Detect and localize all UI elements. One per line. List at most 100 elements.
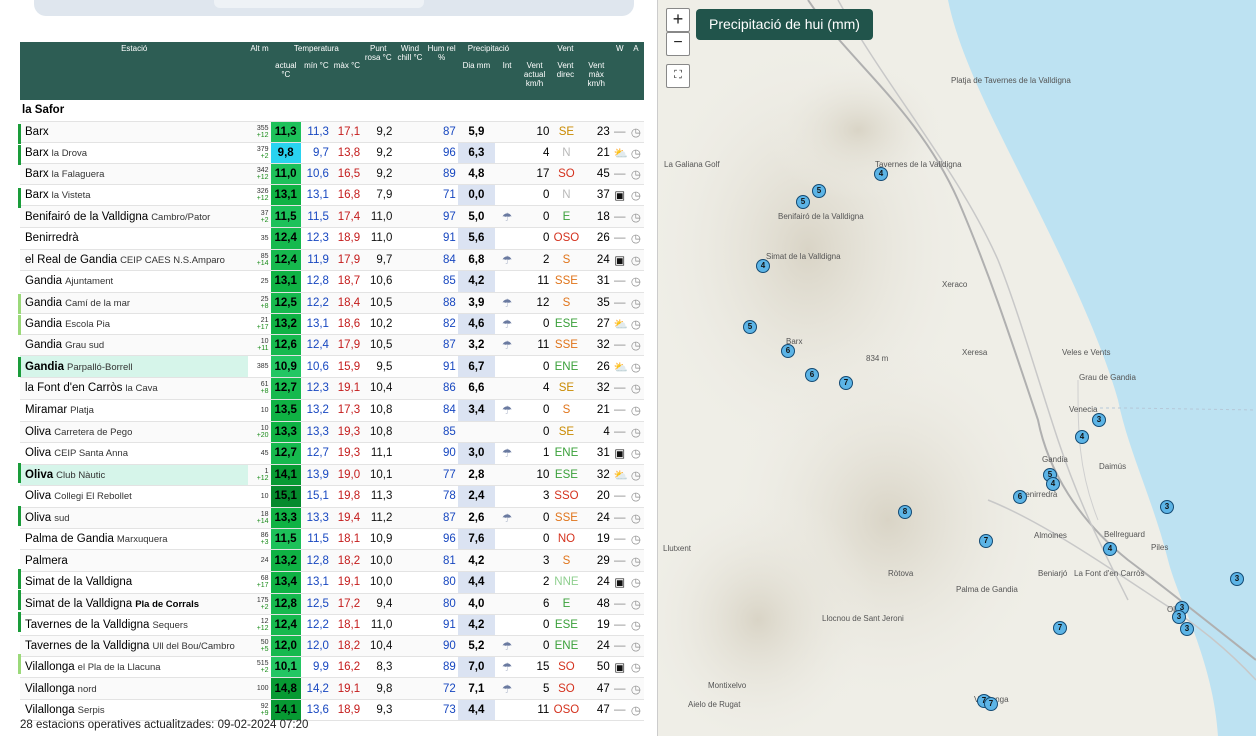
history-icon[interactable]: ◷ (627, 270, 644, 293)
table-row[interactable]: Tavernes de la Valldigna Sequers 12 +12 12,4… (20, 614, 644, 636)
weather-icon[interactable]: — (611, 292, 628, 315)
station-name[interactable]: Oliva Club Nàutic (20, 464, 249, 486)
table-row[interactable]: Simat de la Valldigna 68 +17 13,4 13,1 19,1 10… (20, 571, 644, 594)
table-row[interactable]: Barx la Visteta 326 +12 13,1 13,1 16,8 7,9 71 0,0… (20, 184, 644, 207)
precip-marker[interactable]: 3 (1230, 572, 1244, 586)
weather-icon[interactable]: ▣ (611, 184, 628, 207)
weather-icon[interactable]: — (611, 163, 628, 186)
history-icon[interactable]: ◷ (627, 334, 644, 357)
table-row[interactable]: Miramar Platja 10 13,5 13,2 17,3 10,8 84 3,4 ☂ 0 S 2… (20, 399, 644, 422)
table-row[interactable]: Benirredrà 35 12,4 12,3 18,9 11,0 91 5,6 0 OSO 26—… (20, 227, 644, 250)
weather-icon[interactable]: — (611, 699, 628, 722)
station-name[interactable]: Miramar Platja (20, 399, 249, 422)
col-wind-max[interactable]: Vent màx km/h (581, 61, 612, 88)
history-icon[interactable]: ◷ (627, 635, 644, 658)
table-row[interactable]: Barx 355 +12 11,3 11,3 17,1 9,2 87 5,9 10 SE 23— ◷ (20, 121, 644, 143)
table-row[interactable]: Oliva Collegi El Rebollet 10 15,1 15,1 19,8 11… (20, 485, 644, 508)
station-name[interactable]: Vilallonga nord (20, 677, 249, 701)
table-row[interactable]: la Font d'en Carròs la Cava 61 +8 12,7 12,3 19… (20, 377, 644, 400)
weather-icon[interactable]: — (611, 421, 628, 443)
fullscreen-icon[interactable]: ⛶ (666, 64, 690, 88)
history-icon[interactable]: ◷ (627, 507, 644, 530)
history-icon[interactable]: ◷ (627, 549, 644, 573)
station-name[interactable]: Barx (20, 121, 249, 143)
weather-icon[interactable]: — (611, 614, 628, 636)
station-name[interactable]: el Real de Gandia CEIP CAES N.S.Amparo (20, 249, 249, 271)
station-name[interactable]: Tavernes de la Valldigna Sequers (20, 614, 249, 636)
col-dew[interactable]: Punt rosa °C (362, 42, 395, 100)
col-wind-actual[interactable]: Vent actual km/h (519, 61, 550, 88)
weather-icon[interactable]: — (611, 227, 628, 250)
history-icon[interactable]: ◷ (627, 377, 644, 400)
precip-marker[interactable]: 3 (1180, 622, 1194, 636)
history-icon[interactable]: ◷ (627, 593, 644, 615)
station-name[interactable]: Oliva Collegi El Rebollet (20, 485, 249, 508)
table-row[interactable]: Oliva sud 18 +14 13,3 13,3 19,4 11,2 87 2,6 ☂ 0 SSE 2… (20, 507, 644, 530)
station-name[interactable]: Gandia Camí de la mar (20, 292, 249, 315)
weather-icon[interactable]: ▣ (611, 442, 628, 465)
history-icon[interactable]: ◷ (627, 205, 644, 228)
history-icon[interactable]: ◷ (627, 227, 644, 250)
weather-icon[interactable]: — (611, 205, 628, 228)
table-row[interactable]: el Real de Gandia CEIP CAES N.S.Amparo 85 +… (20, 249, 644, 271)
table-row[interactable]: Tavernes de la Valldigna Ull del Bou/Camb… (20, 635, 644, 658)
history-icon[interactable]: ◷ (627, 399, 644, 422)
history-icon[interactable]: ◷ (627, 421, 644, 443)
precip-marker[interactable]: 4 (1103, 542, 1117, 556)
zoom-in-button[interactable]: + (666, 8, 690, 32)
precip-marker[interactable]: 6 (781, 344, 795, 358)
station-name[interactable]: Gandia Grau sud (20, 334, 249, 357)
history-icon[interactable]: ◷ (627, 677, 644, 701)
history-icon[interactable]: ◷ (627, 485, 644, 508)
table-row[interactable]: Barx la Falaguera 342 +12 11,0 10,6 16,5 9,2 89 4… (20, 163, 644, 186)
weather-icon[interactable]: — (611, 528, 628, 551)
col-hum[interactable]: Hum rel % (425, 42, 458, 100)
weather-icon[interactable]: — (611, 334, 628, 357)
station-name[interactable]: Gandia Escola Pia (20, 313, 249, 336)
weather-icon[interactable]: — (611, 270, 628, 293)
col-wind-chill[interactable]: Wind chill °C (394, 42, 426, 100)
history-icon[interactable]: ◷ (627, 249, 644, 271)
table-row[interactable]: Gandia Camí de la mar 25 +8 12,5 12,2 18,4 10,5… (20, 292, 644, 315)
station-name[interactable]: Tavernes de la Valldigna Ull del Bou/Camb… (20, 635, 249, 658)
weather-icon[interactable]: — (611, 677, 628, 701)
history-icon[interactable]: ◷ (627, 528, 644, 551)
weather-icon[interactable]: — (611, 377, 628, 400)
precip-marker[interactable]: 6 (805, 368, 819, 382)
weather-icon[interactable]: ⛅ (611, 142, 628, 165)
precipitation-map[interactable]: + − ⛶ Precipitació de hui (mm) Platja de… (658, 0, 1256, 736)
history-icon[interactable]: ◷ (627, 142, 644, 165)
station-name[interactable]: Barx la Falaguera (20, 163, 249, 186)
station-name[interactable]: Gandia Parpalló-Borrell (20, 355, 249, 379)
weather-icon[interactable]: — (611, 593, 628, 615)
history-icon[interactable]: ◷ (627, 464, 644, 486)
station-name[interactable]: Vilallonga el Pla de la Llacuna (20, 656, 249, 679)
table-row[interactable]: Oliva Club Nàutic 1 +12 14,1 13,9 19,0 10,1 77 2,… (20, 464, 644, 486)
col-w[interactable]: W (611, 42, 628, 100)
weather-icon[interactable]: ▣ (611, 656, 628, 679)
station-name[interactable]: Oliva sud (20, 507, 249, 530)
precip-marker[interactable]: 7 (979, 534, 993, 548)
table-row[interactable]: Vilallonga el Pla de la Llacuna 515 +2 10,1 9… (20, 656, 644, 679)
history-icon[interactable]: ◷ (627, 656, 644, 679)
table-row[interactable]: Oliva Carretera de Pego 10 +20 13,3 13,3 19,3 1… (20, 421, 644, 443)
weather-icon[interactable]: — (611, 399, 628, 422)
history-icon[interactable]: ◷ (627, 614, 644, 636)
table-row[interactable]: Gandia Ajuntament 25 13,1 12,8 18,7 10,6 85 4,2 1… (20, 270, 644, 293)
weather-icon[interactable]: ⛅ (611, 464, 628, 486)
precip-marker[interactable]: 7 (839, 376, 853, 390)
precip-marker[interactable]: 3 (1092, 413, 1106, 427)
station-name[interactable]: Gandia Ajuntament (20, 270, 249, 293)
col-station[interactable]: Estació (20, 42, 249, 100)
precip-marker[interactable]: 4 (1075, 430, 1089, 444)
station-name[interactable]: Oliva Carretera de Pego (20, 421, 249, 443)
station-name[interactable]: Palmera (20, 549, 249, 573)
col-precip-day[interactable]: Dia mm (458, 61, 495, 70)
precip-marker[interactable]: 6 (1013, 490, 1027, 504)
col-a[interactable]: A (627, 42, 644, 100)
history-icon[interactable]: ◷ (627, 184, 644, 207)
station-name[interactable]: la Font d'en Carròs la Cava (20, 377, 249, 400)
precip-marker[interactable]: 7 (1053, 621, 1067, 635)
station-name[interactable]: Benifairó de la Valldigna Cambro/Pator (20, 205, 249, 228)
col-precip-int[interactable]: Int (495, 61, 519, 70)
